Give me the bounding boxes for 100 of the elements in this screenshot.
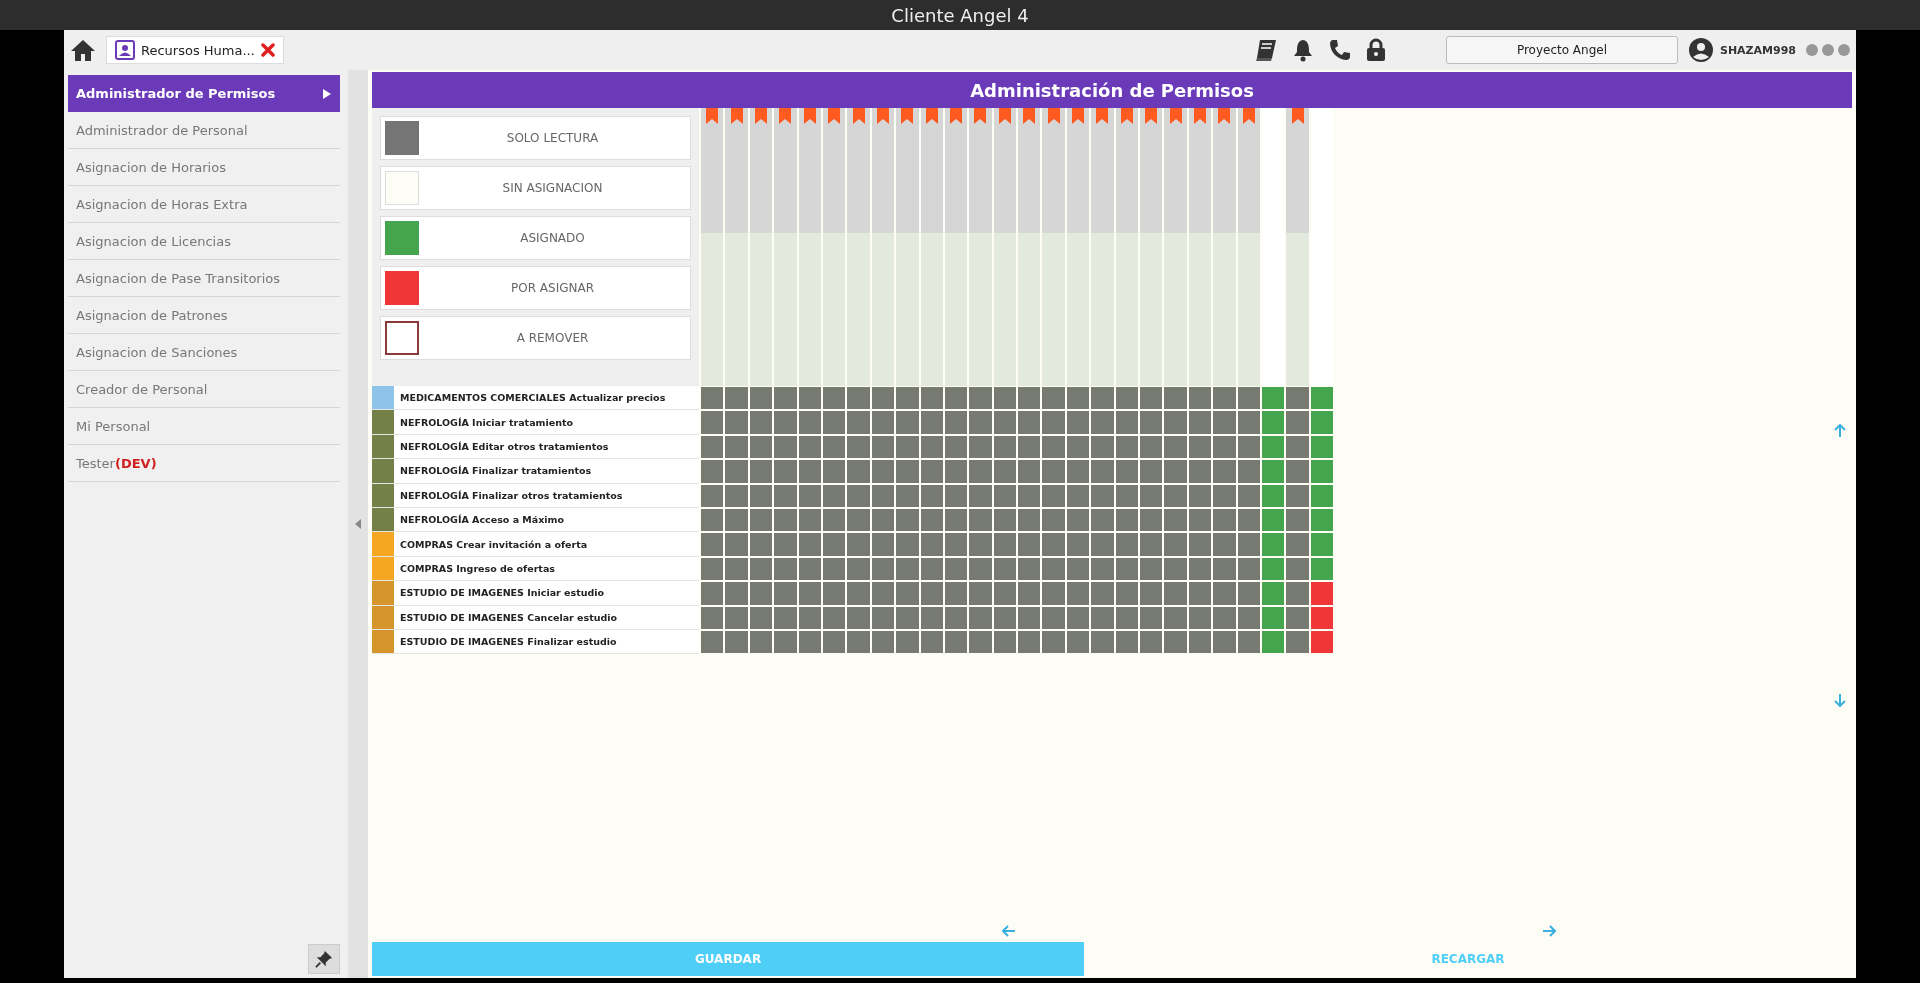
- permission-cell[interactable]: [969, 630, 992, 654]
- permission-cell[interactable]: [749, 484, 773, 507]
- permission-cell[interactable]: [847, 460, 870, 483]
- permission-cell[interactable]: [1262, 508, 1285, 532]
- permission-cell[interactable]: [1213, 460, 1236, 483]
- permission-cell[interactable]: [1164, 557, 1187, 581]
- permission-cell[interactable]: [822, 508, 846, 532]
- permission-cell[interactable]: [798, 387, 821, 410]
- permission-cell[interactable]: [920, 387, 943, 410]
- column-header[interactable]: [920, 108, 943, 386]
- column-header[interactable]: [749, 108, 773, 386]
- permission-cell[interactable]: [1237, 582, 1260, 605]
- permission-cell[interactable]: [944, 606, 968, 629]
- permission-cell[interactable]: [1164, 460, 1187, 483]
- permission-cell[interactable]: [871, 411, 895, 434]
- permission-cell[interactable]: [1188, 606, 1212, 629]
- permission-cell[interactable]: [822, 630, 846, 654]
- permission-cell[interactable]: [701, 533, 724, 556]
- permission-cell[interactable]: [993, 533, 1017, 556]
- permission-cell[interactable]: [749, 508, 773, 532]
- permission-cell[interactable]: [1115, 460, 1139, 483]
- permission-cell[interactable]: [822, 387, 846, 410]
- permission-cell[interactable]: [1066, 484, 1090, 507]
- column-header[interactable]: [1188, 108, 1212, 386]
- permission-cell[interactable]: [1262, 460, 1285, 483]
- permission-cell[interactable]: [1286, 582, 1309, 605]
- permission-cell[interactable]: [1091, 484, 1114, 507]
- column-header[interactable]: [798, 108, 821, 386]
- permission-cell[interactable]: [725, 533, 748, 556]
- permission-cell[interactable]: [1066, 533, 1090, 556]
- permission-cell[interactable]: [701, 460, 724, 483]
- permission-cell[interactable]: [847, 411, 870, 434]
- permission-cell[interactable]: [701, 582, 724, 605]
- permission-cell[interactable]: [871, 533, 895, 556]
- permission-cell[interactable]: [896, 484, 919, 507]
- permission-cell[interactable]: [1018, 484, 1041, 507]
- permission-cell[interactable]: [774, 606, 797, 629]
- permission-cell[interactable]: [1286, 387, 1309, 410]
- permission-cell[interactable]: [1115, 484, 1139, 507]
- permission-cell[interactable]: [774, 387, 797, 410]
- permission-cell[interactable]: [1286, 435, 1309, 459]
- permission-cell[interactable]: [1213, 411, 1236, 434]
- permission-cell[interactable]: [1310, 630, 1334, 654]
- permission-cell[interactable]: [920, 411, 943, 434]
- permission-cell[interactable]: [1262, 435, 1285, 459]
- permission-cell[interactable]: [1213, 606, 1236, 629]
- permission-cell[interactable]: [1286, 411, 1309, 434]
- permission-cell[interactable]: [774, 508, 797, 532]
- permission-cell[interactable]: [847, 557, 870, 581]
- permission-cell[interactable]: [920, 484, 943, 507]
- permission-cell[interactable]: [774, 411, 797, 434]
- column-header[interactable]: [701, 108, 724, 386]
- column-header[interactable]: [1066, 108, 1090, 386]
- permission-cell[interactable]: [993, 484, 1017, 507]
- permission-cell[interactable]: [871, 557, 895, 581]
- permission-cell[interactable]: [725, 630, 748, 654]
- column-header[interactable]: [1140, 108, 1163, 386]
- permission-cell[interactable]: [1066, 508, 1090, 532]
- column-header[interactable]: [1213, 108, 1236, 386]
- permission-cell[interactable]: [944, 435, 968, 459]
- permission-cell[interactable]: [920, 460, 943, 483]
- tab[interactable]: Recursos Huma...: [106, 36, 284, 64]
- permission-cell[interactable]: [1213, 435, 1236, 459]
- permission-cell[interactable]: [944, 630, 968, 654]
- permission-cell[interactable]: [1310, 460, 1334, 483]
- book-icon[interactable]: [1253, 38, 1278, 62]
- permission-cell[interactable]: [1188, 557, 1212, 581]
- permission-cell[interactable]: [993, 557, 1017, 581]
- permission-cell[interactable]: [896, 387, 919, 410]
- permission-cell[interactable]: [920, 533, 943, 556]
- permission-cell[interactable]: [847, 606, 870, 629]
- permission-cell[interactable]: [798, 582, 821, 605]
- lock-icon[interactable]: [1365, 38, 1386, 62]
- permission-cell[interactable]: [847, 508, 870, 532]
- permission-cell[interactable]: [1091, 630, 1114, 654]
- permission-cell[interactable]: [1018, 630, 1041, 654]
- permission-cell[interactable]: [749, 606, 773, 629]
- permission-cell[interactable]: [1164, 387, 1187, 410]
- permission-cell[interactable]: [1286, 557, 1309, 581]
- permission-cell[interactable]: [1042, 582, 1065, 605]
- permission-cell[interactable]: [725, 435, 748, 459]
- permission-cell[interactable]: [1164, 435, 1187, 459]
- window-controls-icon[interactable]: [1806, 44, 1850, 56]
- permission-cell[interactable]: [1164, 582, 1187, 605]
- permission-cell[interactable]: [1140, 606, 1163, 629]
- permission-cell[interactable]: [944, 557, 968, 581]
- permission-cell[interactable]: [1091, 533, 1114, 556]
- column-header[interactable]: [1286, 108, 1309, 386]
- permission-cell[interactable]: [1066, 582, 1090, 605]
- permission-cell[interactable]: [1066, 387, 1090, 410]
- permission-cell[interactable]: [1188, 411, 1212, 434]
- permission-cell[interactable]: [1140, 533, 1163, 556]
- permission-cell[interactable]: [969, 484, 992, 507]
- permission-cell[interactable]: [798, 508, 821, 532]
- permission-cell[interactable]: [871, 435, 895, 459]
- permission-cell[interactable]: [1310, 435, 1334, 459]
- permission-cell[interactable]: [1164, 508, 1187, 532]
- permission-cell[interactable]: [1018, 582, 1041, 605]
- permission-cell[interactable]: [798, 606, 821, 629]
- column-header[interactable]: [969, 108, 992, 386]
